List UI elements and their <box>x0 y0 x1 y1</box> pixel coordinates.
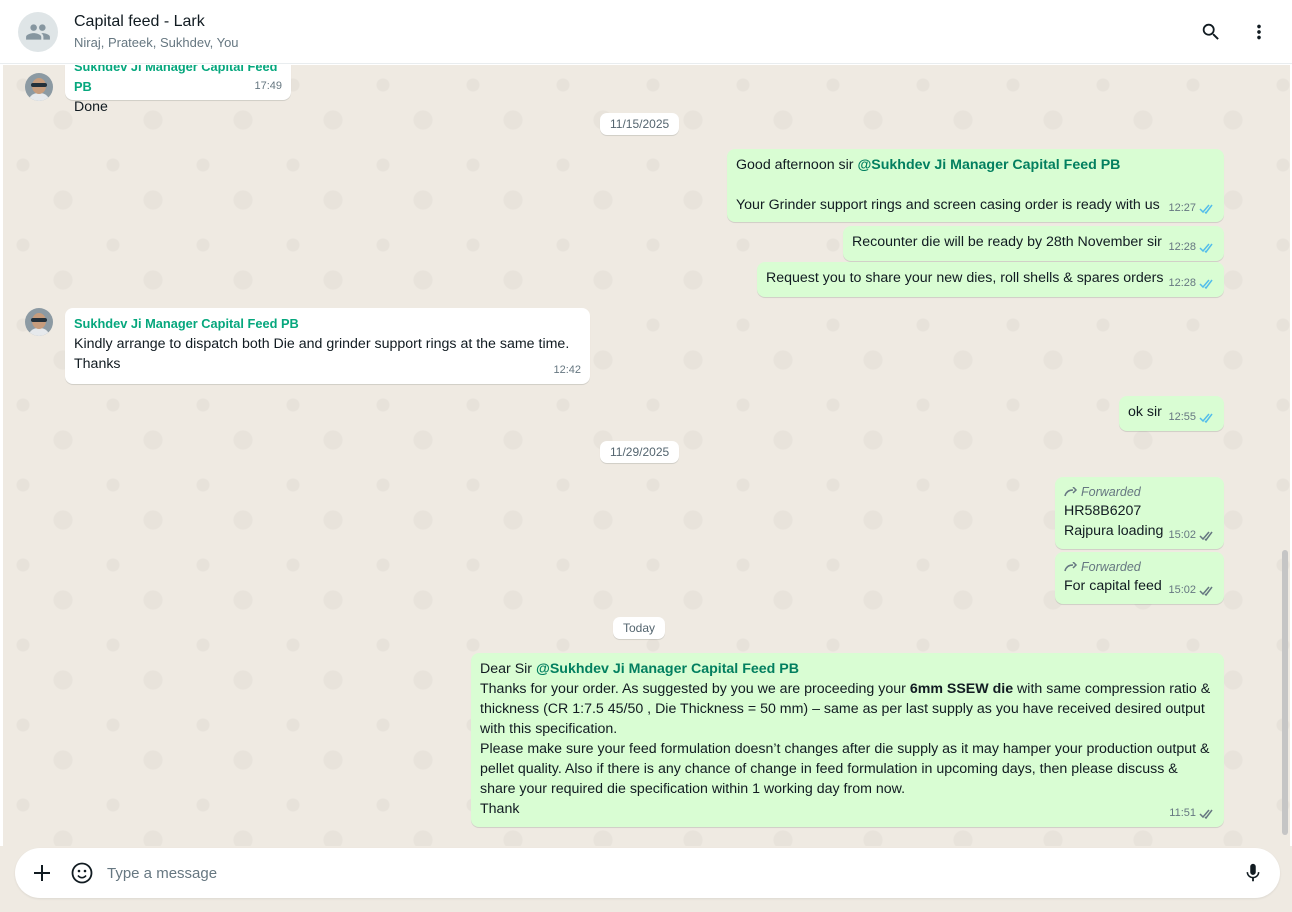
more-vertical-icon <box>1257 24 1261 40</box>
message-text: HR58B6207 <box>1064 503 1142 519</box>
date-divider: Today <box>613 617 666 639</box>
message-time: 12:28 <box>1168 277 1196 289</box>
sticker-icon <box>71 862 93 884</box>
message-paragraph: Please make sure your feed formulation d… <box>480 741 1210 797</box>
search-icon <box>1202 23 1219 40</box>
forwarded-label: Forwarded <box>1064 558 1215 576</box>
sender-avatar[interactable] <box>25 308 53 336</box>
message-greeting: Good afternoon sir <box>736 157 858 173</box>
message-text: Done <box>74 99 108 115</box>
chat-header-info[interactable]: Capital feed - Lark Niraj, Prateek, Sukh… <box>74 12 239 52</box>
message-bubble[interactable]: Sukhdev Ji Manager Capital Feed PB Kindl… <box>65 308 590 384</box>
sender-name: Sukhdev Ji Manager Capital Feed PB <box>74 316 299 331</box>
message-time: 15:02 <box>1168 529 1196 541</box>
message-composer <box>15 848 1280 898</box>
message-time: 12:42 <box>553 364 581 376</box>
scrollbar[interactable] <box>1282 550 1288 835</box>
message-bubble[interactable]: Sukhdev Ji Manager Capital Feed PB Done … <box>65 65 291 115</box>
message-text: Thanks <box>74 356 121 372</box>
sender-avatar[interactable] <box>25 73 53 101</box>
forward-icon <box>1064 562 1078 572</box>
plus-icon <box>34 865 50 881</box>
date-divider: 11/29/2025 <box>600 441 680 463</box>
message-bubble[interactable]: ok sir 12:55 <box>1119 396 1224 431</box>
menu-button[interactable] <box>1246 16 1272 48</box>
voice-message-button[interactable] <box>1240 860 1266 886</box>
chat-header: Capital feed - Lark Niraj, Prateek, Sukh… <box>0 0 1292 64</box>
sender-name: Sukhdev Ji Manager Capital Feed PB <box>74 65 278 94</box>
read-receipt-icon <box>1199 413 1213 423</box>
message-text: Recounter die will be ready by 28th Nove… <box>852 234 1162 250</box>
delivered-icon <box>1199 586 1213 596</box>
message-time: 12:55 <box>1168 411 1196 423</box>
message-input[interactable] <box>107 864 1240 882</box>
mention-link[interactable]: @Sukhdev Ji Manager Capital Feed PB <box>536 661 799 677</box>
sticker-button[interactable] <box>69 860 95 886</box>
message-time: 12:27 <box>1168 202 1196 214</box>
forwarded-label: Forwarded <box>1064 483 1215 501</box>
mic-icon <box>1246 863 1260 882</box>
message-time: 12:28 <box>1168 241 1196 253</box>
message-bubble[interactable]: Request you to share your new dies, roll… <box>757 262 1224 297</box>
date-divider: 11/15/2025 <box>600 113 680 135</box>
search-button[interactable] <box>1198 16 1224 48</box>
delivered-icon <box>1199 531 1213 541</box>
message-time: 15:02 <box>1168 584 1196 596</box>
chat-title: Capital feed - Lark <box>74 12 205 30</box>
message-bubble[interactable]: Forwarded HR58B6207 Rajpura loading 15:0… <box>1055 477 1224 549</box>
chat-participants: Niraj, Prateek, Sukhdev, You <box>74 34 239 50</box>
message-text: Your Grinder support rings and screen ca… <box>736 197 1160 213</box>
read-receipt-icon <box>1199 279 1213 289</box>
attach-button[interactable] <box>29 860 55 886</box>
message-text: Request you to share your new dies, roll… <box>766 270 1164 286</box>
message-time: 17:49 <box>254 80 282 92</box>
message-paragraph: Thanks for your order. As suggested by y… <box>480 681 1211 737</box>
message-paragraph: Thank <box>480 801 520 817</box>
group-icon <box>26 23 50 40</box>
message-text: Kindly arrange to dispatch both Die and … <box>74 336 570 352</box>
message-time: 11:51 <box>1169 807 1196 819</box>
delivered-icon <box>1199 809 1213 819</box>
message-bubble[interactable]: Good afternoon sir @Sukhdev Ji Manager C… <box>727 149 1224 222</box>
group-avatar[interactable] <box>18 11 58 52</box>
mention-link[interactable]: @Sukhdev Ji Manager Capital Feed PB <box>857 157 1120 173</box>
read-receipt-icon <box>1199 204 1213 214</box>
message-greeting: Dear Sir <box>480 661 536 677</box>
forward-icon <box>1064 487 1078 497</box>
message-bubble[interactable]: Dear Sir @Sukhdev Ji Manager Capital Fee… <box>471 653 1224 827</box>
read-receipt-icon <box>1199 243 1213 253</box>
message-bubble[interactable]: Recounter die will be ready by 28th Nove… <box>843 226 1224 261</box>
message-list[interactable]: Sukhdev Ji Manager Capital Feed PB Done … <box>3 65 1290 846</box>
message-bubble[interactable]: Forwarded For capital feed 15:02 <box>1055 552 1224 604</box>
